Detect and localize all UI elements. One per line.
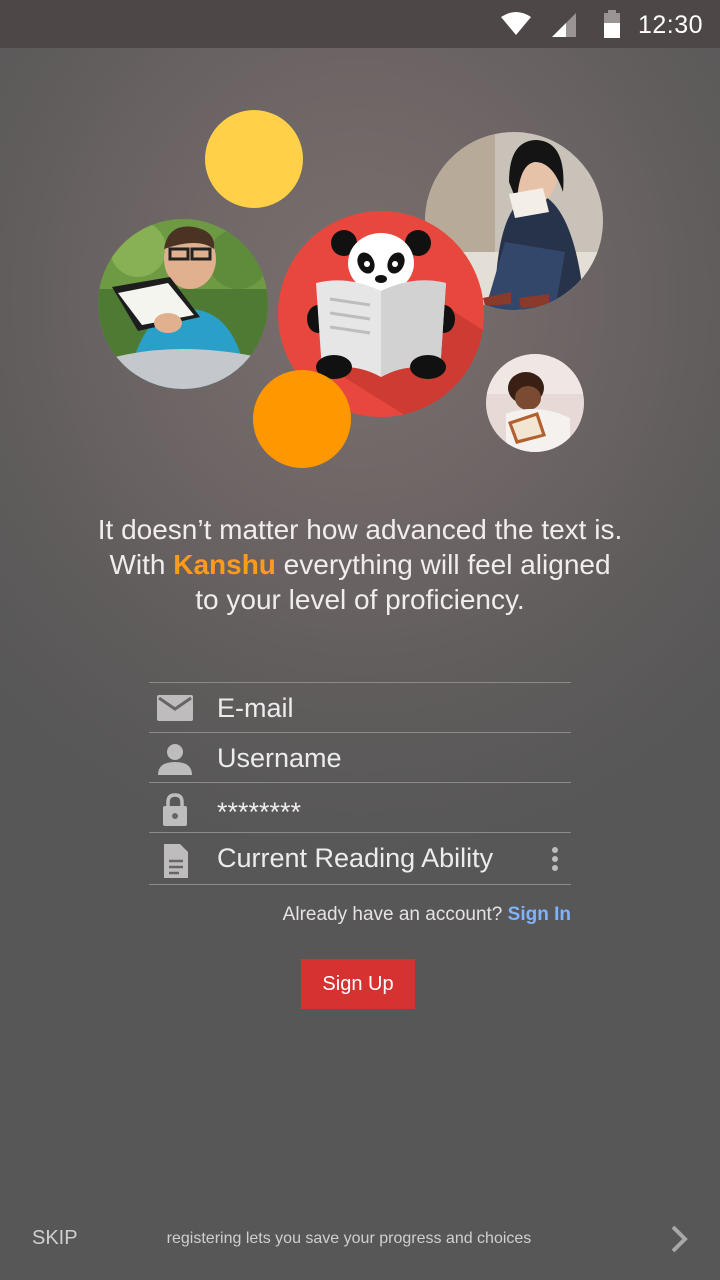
signup-screen: 12:30 It doesn’t matter how advanced the…: [0, 0, 720, 1280]
tagline-line-1: It doesn’t matter how advanced the text …: [97, 514, 623, 545]
more-options-icon[interactable]: [551, 847, 559, 876]
yellow-dot-decoration: [205, 110, 303, 208]
password-field[interactable]: ********: [149, 783, 571, 832]
tagline-line-2: With Kanshu everything will feel aligned: [60, 547, 660, 582]
tagline-line-2-prefix: With: [109, 549, 174, 580]
signup-button[interactable]: Sign Up: [301, 959, 415, 1009]
signup-form: E-mail Username ******** Current Reading…: [149, 682, 571, 885]
person-icon: [155, 743, 195, 775]
mail-icon: [155, 693, 195, 723]
status-time: 12:30: [638, 11, 704, 39]
username-field[interactable]: Username: [149, 733, 571, 782]
signin-prompt-row: Already have an account? Sign In: [149, 904, 571, 926]
battery-icon: [603, 10, 621, 43]
man-reading-photo: [98, 219, 268, 389]
signin-link[interactable]: Sign In: [508, 904, 571, 925]
tagline: It doesn’t matter how advanced the text …: [60, 512, 660, 617]
chevron-right-icon[interactable]: [668, 1224, 690, 1259]
password-placeholder: ********: [217, 797, 302, 827]
email-field[interactable]: E-mail: [149, 683, 571, 732]
brand-name: Kanshu: [173, 549, 276, 580]
girl-reading-photo: [486, 354, 584, 452]
signal-icon: [550, 12, 578, 43]
footer-note: registering lets you save your progress …: [166, 1230, 532, 1247]
reading-ability-placeholder: Current Reading Ability: [217, 843, 494, 873]
document-icon: [155, 843, 195, 878]
orange-dot-decoration: [253, 370, 351, 468]
signin-prompt: Already have an account?: [282, 904, 503, 925]
reading-ability-select[interactable]: Current Reading Ability: [149, 833, 571, 884]
tagline-line-2-suffix: everything will feel aligned: [275, 549, 611, 580]
wifi-icon: [500, 12, 532, 41]
tagline-line-3: to your level of proficiency.: [195, 584, 525, 615]
lock-icon: [155, 793, 195, 826]
form-divider: [149, 884, 571, 885]
skip-button[interactable]: SKIP: [32, 1227, 78, 1250]
email-placeholder: E-mail: [217, 693, 294, 723]
username-placeholder: Username: [217, 743, 342, 773]
status-bar: 12:30: [0, 0, 720, 48]
